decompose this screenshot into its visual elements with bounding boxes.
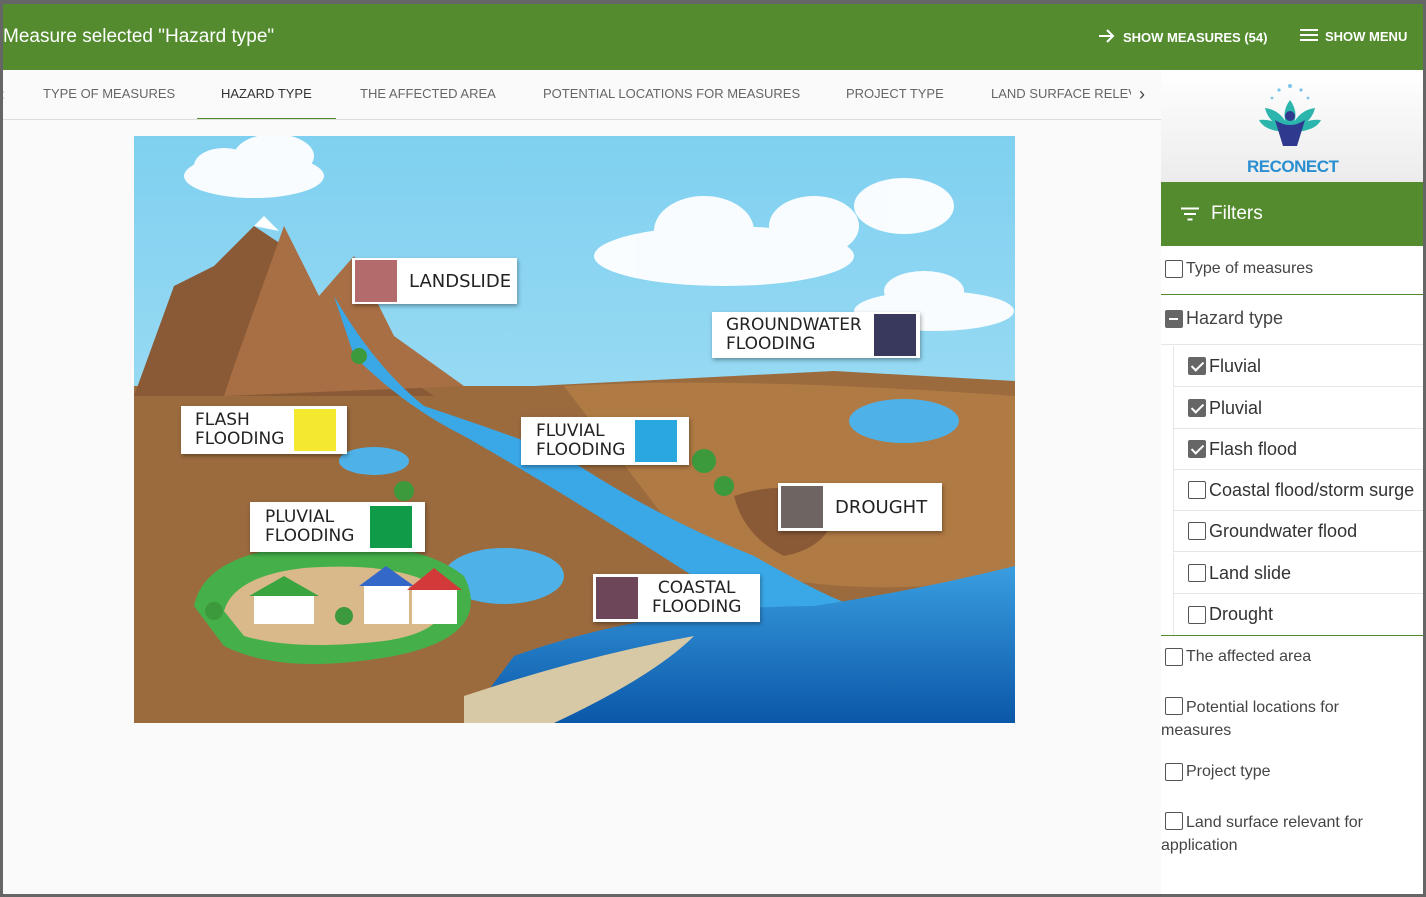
- page-title: Measure selected "Hazard type": [3, 26, 275, 47]
- hazard-option-pluvial[interactable]: Pluvial: [1173, 388, 1423, 429]
- hazard-illustration: LANDSLIDE GROUNDWATER FLOODING FLASH FLO…: [134, 136, 1015, 723]
- filter-icon: [1181, 207, 1199, 221]
- app-window: Measure selected "Hazard type" SHOW MEAS…: [0, 0, 1426, 897]
- lotus-logo-icon: [1259, 84, 1321, 146]
- tab-bar: ‹ TYPE OF MEASURES HAZARD TYPE THE AFFEC…: [3, 70, 1161, 120]
- fluvial-flooding-label: FLUVIAL FLOODING: [521, 417, 689, 465]
- hazard-option-land-slide[interactable]: Land slide: [1173, 553, 1423, 594]
- hazard-section-bottom-divider: [1161, 635, 1423, 636]
- checkbox-fluvial[interactable]: [1188, 357, 1206, 375]
- checkbox-potential-locations[interactable]: [1165, 697, 1183, 715]
- show-menu-label: SHOW MENU: [1325, 29, 1408, 44]
- hazard-option-coastal-flood[interactable]: Coastal flood/storm surge: [1173, 470, 1423, 511]
- pluvial-swatch: [370, 506, 413, 548]
- tab-affected-area[interactable]: THE AFFECTED AREA: [336, 70, 520, 119]
- checkbox-land-slide[interactable]: [1188, 564, 1206, 582]
- pluvial-flooding-label: PLUVIAL FLOODING: [250, 502, 425, 552]
- tabs-scroll-left-icon[interactable]: ‹: [3, 70, 5, 119]
- flash-flooding-label: FLASH FLOODING: [181, 406, 347, 454]
- filter-project-type[interactable]: Project type: [1165, 763, 1423, 781]
- top-bar: Measure selected "Hazard type" SHOW MEAS…: [3, 4, 1423, 70]
- landslide-label: LANDSLIDE: [352, 258, 517, 304]
- hazard-option-drought[interactable]: Drought: [1173, 594, 1423, 635]
- tab-type-of-measures[interactable]: TYPE OF MEASURES: [19, 70, 199, 119]
- groundwater-swatch: [873, 314, 916, 356]
- show-menu-button[interactable]: SHOW MENU: [1299, 28, 1407, 45]
- filters-panel: Type of measures Hazard type Fluvial Plu…: [1161, 246, 1423, 894]
- reconect-logo: RECONECT: [1161, 70, 1423, 182]
- hazard-section-top-divider: [1161, 294, 1423, 295]
- drought-swatch: [781, 486, 823, 528]
- groundwater-flooding-label: GROUNDWATER FLOODING: [712, 312, 920, 358]
- checkbox-project-type[interactable]: [1165, 763, 1183, 781]
- hazard-option-fluvial[interactable]: Fluvial: [1173, 346, 1423, 387]
- tab-potential-locations[interactable]: POTENTIAL LOCATIONS FOR MEASURES: [519, 70, 824, 119]
- checkbox-hazard-type[interactable]: [1165, 310, 1183, 328]
- checkbox-affected-area[interactable]: [1165, 648, 1183, 666]
- hazard-option-flash-flood[interactable]: Flash flood: [1173, 429, 1423, 470]
- filter-affected-area[interactable]: The affected area: [1165, 648, 1423, 666]
- coastal-swatch: [596, 577, 638, 619]
- landslide-swatch: [355, 260, 397, 302]
- checkbox-drought[interactable]: [1188, 605, 1206, 624]
- filters-header: Filters: [1161, 182, 1423, 246]
- checkbox-flash-flood[interactable]: [1188, 440, 1206, 458]
- hazard-option-groundwater-flood[interactable]: Groundwater flood: [1173, 511, 1423, 552]
- checkbox-type-of-measures[interactable]: [1165, 260, 1183, 278]
- tab-project-type[interactable]: PROJECT TYPE: [822, 70, 968, 119]
- checkbox-pluvial[interactable]: [1188, 399, 1206, 417]
- checkbox-coastal-flood[interactable]: [1188, 481, 1206, 499]
- tabs-scroll-right-icon[interactable]: ›: [1139, 70, 1145, 119]
- drought-label: DROUGHT: [778, 483, 942, 531]
- show-measures-button[interactable]: SHOW MEASURES (54): [1097, 28, 1267, 47]
- coastal-flooding-label: COASTAL FLOODING: [593, 574, 760, 622]
- tab-land-surface[interactable]: LAND SURFACE RELEV: [967, 70, 1131, 119]
- filter-type-of-measures[interactable]: Type of measures: [1165, 260, 1423, 278]
- hamburger-icon: [1299, 28, 1319, 45]
- checkbox-land-surface[interactable]: [1165, 812, 1183, 830]
- hazard-section-divider: [1161, 344, 1423, 345]
- tab-hazard-type[interactable]: HAZARD TYPE: [197, 70, 336, 119]
- fluvial-swatch: [635, 420, 678, 462]
- filter-hazard-type[interactable]: Hazard type: [1165, 308, 1423, 329]
- arrow-right-icon: [1097, 28, 1117, 47]
- show-measures-label: SHOW MEASURES (54): [1123, 30, 1268, 45]
- filter-land-surface[interactable]: Land surface relevant for application: [1161, 811, 1391, 857]
- filter-potential-locations[interactable]: Potential locations for measures: [1161, 696, 1411, 742]
- flash-swatch: [294, 409, 337, 451]
- checkbox-groundwater-flood[interactable]: [1188, 522, 1206, 540]
